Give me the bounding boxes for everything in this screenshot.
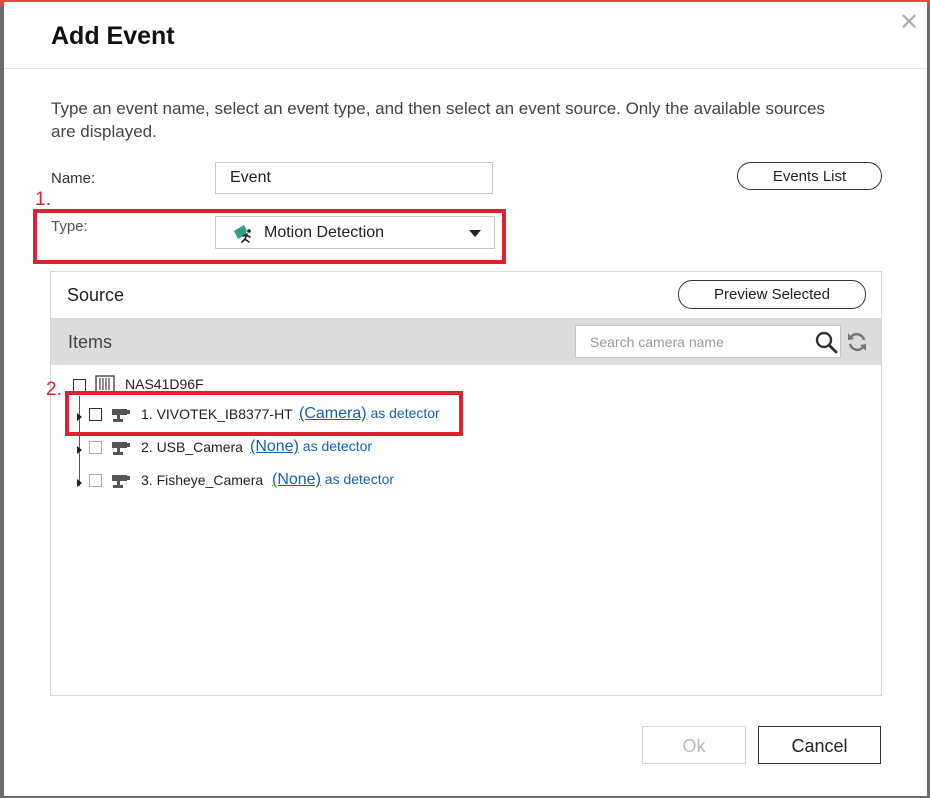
dialog-title: Add Event: [51, 22, 175, 50]
annotation-number-1: 1.: [35, 189, 51, 210]
tree-camera-item: 3. Fisheye_Camera (None) as detector: [77, 471, 477, 493]
name-label: Name:: [51, 170, 96, 187]
detector-link[interactable]: (None): [272, 471, 321, 488]
source-panel: Source Preview Selected Items Search cam…: [50, 271, 882, 696]
camera-icon: [112, 475, 130, 488]
detector-suffix: as detector: [302, 438, 373, 454]
root-node-label: NAS41D96F: [125, 376, 204, 392]
close-icon[interactable]: ✕: [897, 11, 921, 35]
annotation-number-2: 2.: [46, 379, 62, 400]
camera-checkbox[interactable]: [89, 474, 102, 487]
items-header: Items: [51, 318, 881, 365]
camera-checkbox[interactable]: [89, 441, 102, 454]
camera-name: 3. Fisheye_Camera: [141, 472, 264, 488]
expand-arrow-icon[interactable]: [77, 479, 82, 487]
ok-button[interactable]: Ok: [642, 726, 746, 764]
source-title: Source: [67, 285, 125, 305]
annotation-box-2: [65, 391, 463, 436]
detector-link[interactable]: (None): [250, 438, 299, 455]
type-label: Type:: [51, 218, 88, 235]
events-list-button[interactable]: Events List: [737, 162, 882, 190]
motion-detection-icon: [234, 225, 251, 243]
title-divider: [4, 68, 927, 69]
event-type-value: Motion Detection: [264, 224, 385, 241]
expand-arrow-icon[interactable]: [77, 446, 82, 454]
camera-name: 2. USB_Camera: [141, 439, 243, 455]
preview-selected-button[interactable]: Preview Selected: [678, 280, 866, 309]
detector-source: (None) as detector: [272, 471, 394, 489]
search-camera-input[interactable]: [576, 326, 834, 357]
detector-suffix: as detector: [324, 471, 395, 487]
refresh-icon[interactable]: [845, 330, 869, 354]
items-title: Items: [68, 332, 113, 352]
camera-icon: [112, 442, 130, 455]
cancel-button[interactable]: Cancel: [758, 726, 881, 764]
event-name-input[interactable]: [215, 162, 493, 194]
dialog-description: Type an event name, select an event type…: [51, 99, 825, 141]
event-type-select[interactable]: Motion Detection: [215, 216, 495, 249]
camera-search-box: [575, 325, 841, 358]
caret-down-icon: [469, 230, 481, 237]
add-event-dialog: Add Event ✕ Type an event name, select a…: [4, 2, 927, 796]
search-icon[interactable]: [814, 330, 838, 354]
detector-source: (None) as detector: [250, 438, 372, 456]
tree-camera-item: 2. USB_Camera (None) as detector: [77, 438, 477, 460]
